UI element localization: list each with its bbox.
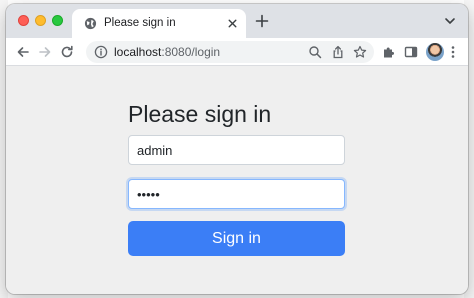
- tab-search-chevron-icon[interactable]: [444, 16, 456, 26]
- new-tab-icon[interactable]: [254, 13, 270, 29]
- tab-title: Please sign in: [104, 17, 176, 29]
- tab-active[interactable]: Please sign in: [72, 9, 246, 38]
- more-menu-icon[interactable]: [451, 45, 455, 59]
- reload-icon[interactable]: [59, 44, 75, 60]
- minimize-window-button[interactable]: [35, 15, 46, 26]
- site-info-icon[interactable]: [94, 45, 108, 59]
- profile-avatar[interactable]: [426, 43, 444, 61]
- forward-arrow-icon[interactable]: [37, 44, 53, 60]
- page-title: Please sign in: [128, 101, 272, 127]
- share-icon[interactable]: [331, 45, 345, 59]
- toolbar: localhost:8080/login: [6, 38, 468, 66]
- sign-in-button[interactable]: Sign in: [128, 221, 345, 256]
- page-content: Please sign in Sign in: [6, 67, 468, 294]
- url-text: localhost:8080/login: [114, 45, 220, 59]
- globe-icon: [84, 17, 97, 30]
- browser-window: Please sign in localhost:8080/login Plea…: [6, 4, 468, 294]
- url-host: localhost: [114, 45, 162, 59]
- bookmark-star-icon[interactable]: [353, 45, 367, 59]
- tab-strip: Please sign in: [6, 4, 468, 38]
- password-field[interactable]: [128, 179, 345, 209]
- back-arrow-icon[interactable]: [15, 44, 31, 60]
- zoom-search-icon[interactable]: [308, 45, 322, 59]
- close-window-button[interactable]: [18, 15, 29, 26]
- url-path: :8080/login: [161, 45, 221, 59]
- zoom-window-button[interactable]: [52, 15, 63, 26]
- address-bar[interactable]: localhost:8080/login: [86, 41, 374, 63]
- username-field[interactable]: [128, 135, 345, 165]
- close-tab-icon[interactable]: [225, 16, 240, 31]
- extensions-puzzle-icon[interactable]: [382, 45, 396, 59]
- side-panel-icon[interactable]: [404, 45, 418, 59]
